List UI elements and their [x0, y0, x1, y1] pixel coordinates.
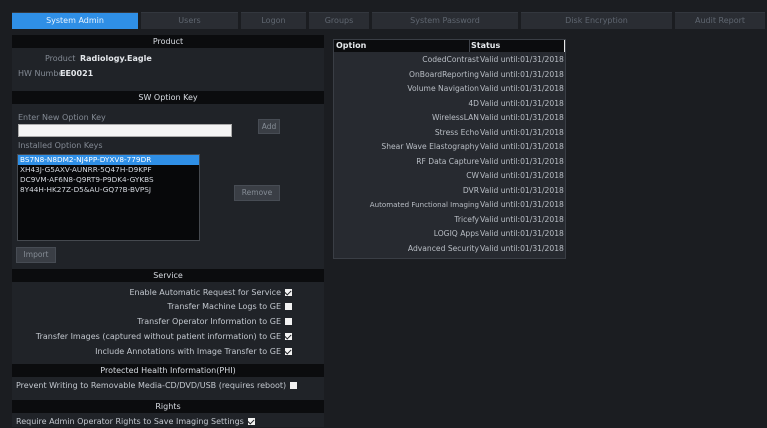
service-option-auto-request[interactable]: Enable Automatic Request for Service — [129, 287, 292, 299]
tab-system-password[interactable]: System Password — [372, 12, 518, 29]
service-option-operator-info[interactable]: Transfer Operator Information to GE — [137, 316, 292, 328]
remove-button[interactable]: Remove — [234, 185, 280, 201]
tab-system-admin[interactable]: System Admin — [12, 12, 138, 29]
option-name: Advanced Security — [407, 243, 479, 253]
checkbox[interactable] — [285, 303, 292, 310]
import-button[interactable]: Import — [16, 247, 56, 263]
table-row[interactable]: OnBoardReporting Valid until:01/31/2018 — [334, 69, 565, 81]
option-status: Valid until:01/31/2018 — [480, 98, 564, 108]
checkbox[interactable] — [285, 318, 292, 325]
checkbox[interactable] — [285, 289, 292, 296]
service-option-include-annotations[interactable]: Include Annotations with Image Transfer … — [95, 346, 292, 358]
option-status: Valid until:01/31/2018 — [480, 214, 564, 224]
option-key-item[interactable]: XH43J-G5AXV-AUNRR-5Q47H-D9KPF — [18, 165, 199, 175]
option-status: Valid until:01/31/2018 — [480, 229, 564, 238]
tab-audit-report[interactable]: Audit Report — [675, 12, 765, 29]
option-key-input[interactable] — [18, 124, 232, 137]
service-option-machine-logs[interactable]: Transfer Machine Logs to GE — [167, 301, 292, 313]
option-key-item[interactable]: 8Y44H-HK27Z-D5&AU-GQ7?B-BVPSJ — [18, 185, 199, 195]
rights-header: Rights — [12, 400, 324, 413]
table-row[interactable]: CodedContrast Valid until:01/31/2018 — [334, 54, 565, 66]
option-key-item[interactable]: BS7N8-N8DM2-NJ4PP-DYXV8-779DR — [18, 155, 199, 165]
service-header: Service — [12, 269, 324, 282]
left-panel: Product Product Radiology.Eagle HW Numbe… — [12, 35, 324, 427]
service-option-label: Enable Automatic Request for Service — [129, 288, 281, 297]
phi-option-prevent-writing[interactable]: Prevent Writing to Removable Media-CD/DV… — [16, 380, 298, 392]
option-status: Valid until:01/31/2018 — [480, 127, 564, 137]
option-name: RF Data Capture — [416, 156, 479, 166]
table-row[interactable]: 4D Valid until:01/31/2018 — [334, 98, 565, 110]
option-key-item[interactable]: DC9VM-AF6N8-Q9RT9-P9DK4-GYKBS — [18, 175, 199, 185]
option-name: Volume Navigation — [407, 84, 479, 93]
service-option-label: Transfer Images (captured without patien… — [35, 332, 281, 341]
table-row[interactable]: Volume Navigation Valid until:01/31/2018 — [334, 83, 565, 95]
options-table: Option Status CodedContrast Valid until:0… — [333, 39, 566, 259]
option-status: Valid until:01/31/2018 — [480, 113, 564, 122]
column-header-status-label: Status — [471, 41, 501, 50]
installed-keys-list[interactable]: BS7N8-N8DM2-NJ4PP-DYXV8-779DR XH43J-G5AX… — [17, 154, 200, 241]
service-option-label: Transfer Machine Logs to GE — [167, 302, 281, 311]
enter-option-key-label: Enter New Option Key — [18, 113, 106, 122]
option-name: LOGIQ Apps — [433, 229, 479, 238]
table-row[interactable]: Automated Functional Imaging Valid until:… — [334, 199, 565, 211]
option-status: Valid until:01/31/2018 — [480, 171, 564, 180]
table-row[interactable]: Shear Wave Elastography Valid until:01/31… — [334, 141, 565, 153]
product-value: Radiology.Eagle — [80, 54, 152, 63]
option-name: WirelessLAN — [431, 113, 479, 122]
service-option-label: Include Annotations with Image Transfer … — [95, 347, 281, 356]
table-row[interactable]: Tricefy Valid until:01/31/2018 — [334, 214, 565, 226]
checkbox[interactable] — [285, 333, 292, 340]
option-status: Valid until:01/31/2018 — [480, 156, 564, 166]
option-status: Valid until:01/31/2018 — [480, 142, 564, 151]
option-status: Valid until:01/31/2018 — [480, 69, 564, 79]
checkbox[interactable] — [290, 382, 298, 389]
option-status: Valid until:01/31/2018 — [480, 200, 564, 209]
table-row[interactable]: DVR Valid until:01/31/2018 — [334, 185, 565, 197]
option-name: Shear Wave Elastography — [381, 142, 479, 151]
installed-option-keys-label: Installed Option Keys — [18, 141, 103, 150]
option-name: CodedContrast — [422, 55, 479, 64]
product-label: Product — [45, 54, 76, 63]
option-name: CW — [466, 171, 479, 180]
tab-disk-encryption[interactable]: Disk Encryption — [521, 12, 672, 29]
tab-logon[interactable]: Logon — [241, 12, 306, 29]
add-button[interactable]: Add — [258, 119, 280, 134]
option-name: DVR — [462, 185, 479, 195]
table-row[interactable]: CW Valid until:01/31/2018 — [334, 170, 565, 182]
table-row[interactable]: LOGIQ Apps Valid until:01/31/2018 — [334, 228, 565, 240]
hw-number-value: EE0021 — [60, 69, 94, 78]
option-name: Automated Functional Imaging — [369, 200, 479, 209]
column-header-option[interactable]: Option — [334, 40, 469, 52]
rights-option-admin-save[interactable]: Require Admin Operator Rights to Save Im… — [16, 416, 255, 428]
column-header-status[interactable]: Status — [469, 40, 565, 52]
table-row[interactable]: RF Data Capture Valid until:01/31/2018 — [334, 156, 565, 168]
tab-bar: System Admin Users Logon Groups System P… — [12, 12, 765, 29]
table-row[interactable]: Stress Echo Valid until:01/31/2018 — [334, 127, 565, 139]
checkbox[interactable] — [247, 418, 255, 425]
service-option-transfer-images[interactable]: Transfer Images (captured without patien… — [36, 331, 292, 343]
option-status: Valid until:01/31/2018 — [480, 84, 564, 93]
product-header: Product — [12, 35, 324, 48]
option-name: 4D — [468, 98, 479, 108]
option-status: Valid until:01/31/2018 — [480, 55, 564, 64]
rights-option-label: Require Admin Operator Rights to Save Im… — [16, 417, 244, 426]
table-row[interactable]: Advanced Security Valid until:01/31/2018 — [334, 243, 565, 255]
phi-header: Protected Health Information(PHI) — [12, 364, 324, 377]
service-option-label: Transfer Operator Information to GE — [137, 317, 281, 326]
tab-groups[interactable]: Groups — [309, 12, 369, 29]
option-name: Stress Echo — [434, 127, 479, 137]
option-name: OnBoardReporting — [408, 69, 479, 79]
table-row[interactable]: WirelessLAN Valid until:01/31/2018 — [334, 112, 565, 124]
option-status: Valid until:01/31/2018 — [480, 185, 564, 195]
phi-option-label: Prevent Writing to Removable Media-CD/DV… — [16, 381, 287, 390]
sw-option-key-header: SW Option Key — [12, 91, 324, 104]
checkbox[interactable] — [285, 348, 292, 355]
tab-users[interactable]: Users — [141, 12, 238, 29]
option-status: Valid until:01/31/2018 — [480, 243, 564, 253]
option-name: Tricefy — [454, 214, 479, 224]
